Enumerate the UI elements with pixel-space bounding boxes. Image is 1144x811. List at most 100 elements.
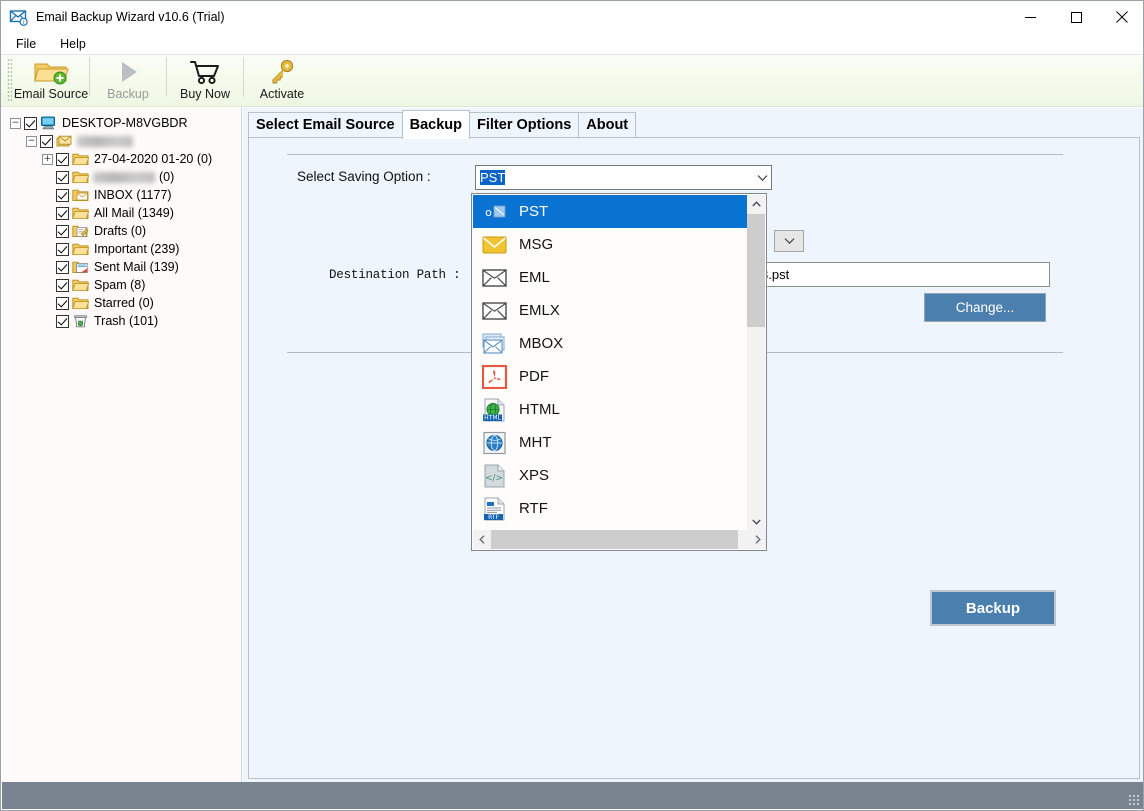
toolbar-label-backup: Backup [107, 87, 149, 101]
redacted-account-label [77, 135, 133, 147]
chevron-right-icon[interactable] [749, 530, 766, 549]
dropdown-horizontal-scrollbar[interactable] [473, 530, 766, 549]
minimize-button[interactable] [1007, 1, 1053, 33]
dropdown-item-rtf[interactable]: RTF RTF [473, 492, 749, 525]
tab-backup[interactable]: Backup [401, 110, 471, 139]
dropdown-hscroll-thumb[interactable] [491, 530, 738, 549]
toolbar-button-backup[interactable]: Backup [92, 55, 164, 103]
destination-path-input[interactable]: 3.pst [757, 262, 1050, 287]
tree-checkbox[interactable] [56, 278, 69, 292]
tree-checkbox[interactable] [56, 170, 69, 184]
chevron-down-icon[interactable] [747, 513, 765, 531]
backup-submit-button[interactable]: Backup [930, 590, 1056, 626]
menu-item-file[interactable]: File [7, 35, 45, 53]
status-bar [2, 782, 1143, 809]
folder-icon [72, 278, 90, 292]
tree-label-folder: Starred (0) [94, 296, 154, 310]
dropdown-vertical-scrollbar[interactable] [747, 195, 765, 531]
tree-checkbox[interactable] [24, 116, 37, 130]
label-destination-path: Destination Path : [329, 268, 461, 282]
folder-icon [72, 152, 90, 166]
dropdown-item-label: XPS [519, 467, 550, 484]
toolbar-grip[interactable] [7, 58, 12, 102]
resize-grip-icon[interactable] [1127, 793, 1140, 806]
saving-option-dropdown-list[interactable]: o PST MSG EML EMLX MBOX PDF HTML HTML MHT </> XPS RT… [471, 193, 767, 551]
dropdown-item-label: HTML [519, 401, 560, 418]
tree-node-folder[interactable]: Drafts (0) [8, 222, 241, 240]
rtf-file-icon: RTF [481, 496, 509, 522]
destination-drive-dropdown[interactable] [774, 230, 804, 252]
toolbar-label-email-source: Email Source [13, 87, 89, 101]
tree-node-folder[interactable]: Trash (101) [8, 312, 241, 330]
chevron-up-icon[interactable] [747, 195, 765, 213]
dropdown-item-label: MSG [519, 236, 554, 253]
tree-label-folder: INBOX (1177) [94, 188, 172, 202]
tree-node-folder[interactable]: Important (239) [8, 240, 241, 258]
tree-checkbox[interactable] [56, 296, 69, 310]
tab-select-email-source[interactable]: Select Email Source [248, 112, 403, 138]
dropdown-item-emlx[interactable]: EMLX [473, 294, 749, 327]
menu-item-help[interactable]: Help [51, 35, 95, 53]
tree-checkbox[interactable] [56, 188, 69, 202]
window-controls [1007, 1, 1143, 33]
toolbar-button-buy-now[interactable]: Buy Now [169, 55, 241, 103]
dropdown-scroll-thumb[interactable] [747, 214, 765, 327]
tree-checkbox[interactable] [56, 206, 69, 220]
collapse-expander-icon[interactable]: − [10, 117, 21, 129]
tree-checkbox[interactable] [56, 242, 69, 256]
tab-about[interactable]: About [578, 112, 637, 138]
tree-label-folder: Sent Mail (139) [94, 260, 179, 274]
toolbar-label-buy-now: Buy Now [179, 87, 231, 101]
folder-add-icon [33, 59, 69, 85]
tree-node-folder[interactable]: All Mail (1349) [8, 204, 241, 222]
svg-text:</>: </> [485, 473, 503, 483]
section-divider-top [287, 154, 1063, 155]
tree-node-computer[interactable]: − DESKTOP-M8VGBDR [8, 114, 241, 132]
dropdown-items: o PST MSG EML EMLX MBOX PDF HTML HTML MHT </> XPS RT… [473, 195, 749, 531]
toolbar-button-activate[interactable]: Activate [246, 55, 318, 103]
saving-option-combobox[interactable]: PST [475, 165, 772, 190]
tree-label-folder: (0) [159, 170, 175, 184]
tree-checkbox[interactable] [40, 134, 53, 148]
toolbar-label-activate: Activate [259, 87, 305, 101]
dropdown-item-label: PST [519, 203, 549, 220]
tree-node-folder[interactable]: +27-04-2020 01-20 (0) [8, 150, 241, 168]
inbox-folder-icon [72, 188, 89, 202]
dropdown-item-mbox[interactable]: MBOX [473, 327, 749, 360]
tree-checkbox[interactable] [56, 152, 69, 166]
maximize-button[interactable] [1053, 1, 1099, 33]
tree-checkbox[interactable] [56, 314, 69, 328]
email-source-tree-panel[interactable]: − DESKTOP-M8VGBDR − + 27-04-2020 01-20 (… [2, 108, 242, 784]
tree-node-folder[interactable]: Starred (0) [8, 294, 241, 312]
tree-node-folder[interactable]: (0) [8, 168, 241, 186]
tree-checkbox[interactable] [56, 224, 69, 238]
dropdown-item-msg[interactable]: MSG [473, 228, 749, 261]
redacted-folder-label [93, 171, 155, 183]
dropdown-item-xps[interactable]: </> XPS [473, 459, 749, 492]
tab-filter-options[interactable]: Filter Options [469, 112, 580, 138]
dropdown-item-pdf[interactable]: PDF [473, 360, 749, 393]
change-path-button[interactable]: Change... [924, 293, 1046, 322]
dropdown-item-label: MBOX [519, 335, 564, 352]
application-window: i Email Backup Wizard v10.6 (Trial) File… [0, 0, 1144, 811]
dropdown-item-eml[interactable]: EML [473, 261, 749, 294]
svg-text:o: o [485, 206, 492, 219]
toolbar-separator [166, 57, 167, 97]
chevron-left-icon[interactable] [473, 530, 491, 549]
close-button[interactable] [1099, 1, 1143, 33]
tree-node-account[interactable]: − [8, 132, 241, 150]
tree-node-folder[interactable]: INBOX (1177) [8, 186, 241, 204]
tree-node-folder[interactable]: Spam (8) [8, 276, 241, 294]
toolbar-button-email-source[interactable]: Email Source [13, 55, 89, 103]
collapse-expander-icon[interactable]: − [26, 135, 37, 147]
tree-checkbox[interactable] [56, 260, 69, 274]
expand-expander-icon[interactable]: + [42, 153, 53, 165]
dropdown-item-pst[interactable]: o PST [473, 195, 749, 228]
toolbar-separator [89, 57, 90, 97]
dropdown-item-html[interactable]: HTML HTML [473, 393, 749, 426]
dropdown-item-mht[interactable]: MHT [473, 426, 749, 459]
chevron-down-icon[interactable] [754, 166, 771, 189]
tree-node-folder[interactable]: Sent Mail (139) [8, 258, 241, 276]
emlx-envelope-icon [481, 298, 509, 324]
main-content-panel: Select Email Source Backup Filter Option… [243, 108, 1143, 784]
